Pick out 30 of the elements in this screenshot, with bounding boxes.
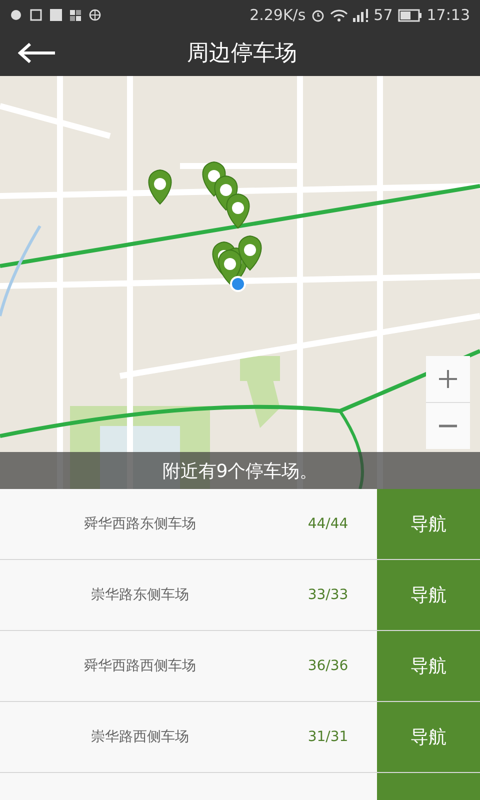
- alarm-icon: [310, 8, 325, 22]
- back-arrow-icon: [18, 42, 56, 64]
- navigate-button[interactable]: 导航: [377, 631, 480, 701]
- plus-icon: [438, 369, 458, 389]
- navigate-button[interactable]: 导航: [377, 560, 480, 630]
- network-speed: 2.29K/s: [250, 6, 306, 24]
- parking-count-text: 附近有9个停车场。: [162, 460, 318, 482]
- signal-icon: [352, 8, 369, 22]
- zoom-in-button[interactable]: [426, 356, 470, 402]
- parking-lot-name: 舜华西路西侧车场: [83, 657, 197, 675]
- parking-lot-name: 崇华路东侧车场: [90, 586, 190, 604]
- image-icon: [30, 9, 42, 21]
- page-title: 周边停车场: [187, 40, 297, 68]
- minus-icon: [438, 424, 458, 428]
- square-app-icon: [50, 9, 62, 21]
- available-spaces: 36/36: [306, 658, 350, 674]
- battery-percent: 57: [374, 6, 393, 24]
- navigate-button[interactable]: 导航: [377, 489, 480, 559]
- available-spaces: 33/33: [306, 587, 350, 603]
- parking-lot-name: 舜华西路东侧车场: [83, 515, 197, 533]
- clock: 17:13: [426, 6, 470, 24]
- notification-blob-icon: [10, 9, 22, 21]
- wifi-icon: [330, 8, 348, 22]
- available-spaces: 44/44: [306, 516, 350, 532]
- navigate-button[interactable]: 导航: [377, 702, 480, 772]
- battery-icon: [398, 8, 422, 22]
- parking-lot-name: 崇华路西侧车场: [90, 728, 190, 746]
- grid-icon: [70, 10, 81, 20]
- globe-icon: [89, 9, 101, 21]
- available-spaces: 31/31: [306, 729, 350, 745]
